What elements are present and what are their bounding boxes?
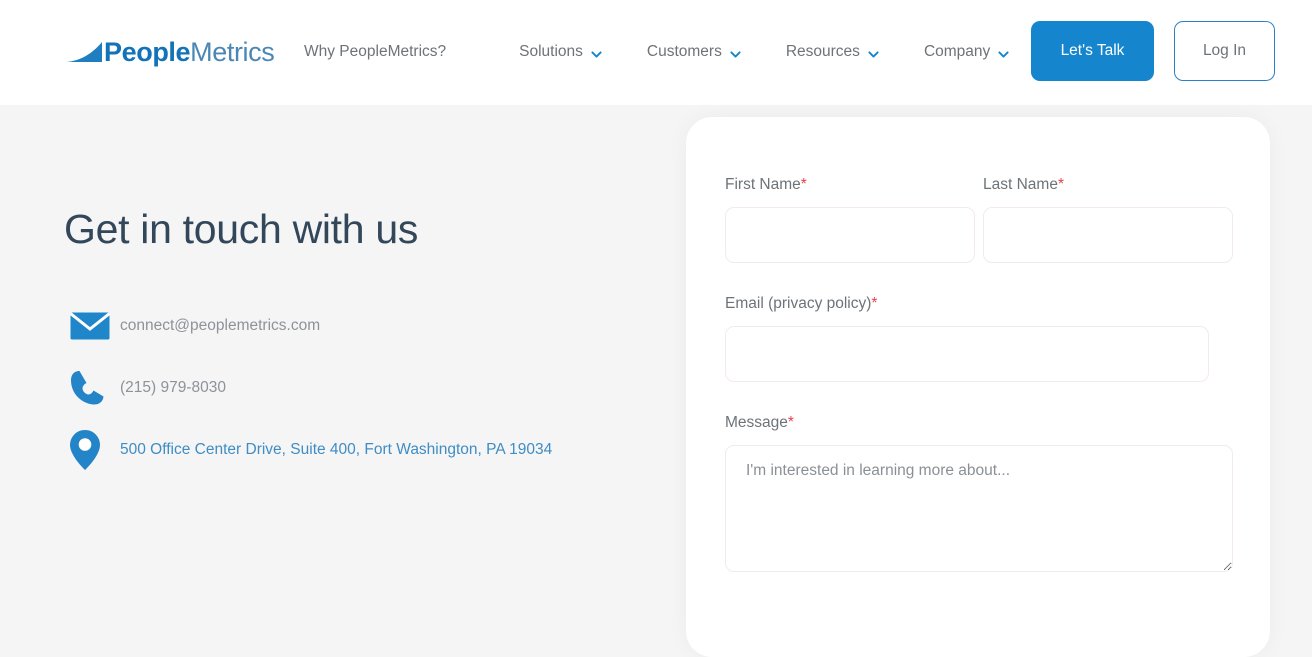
required-asterisk: * bbox=[871, 295, 878, 312]
message-textarea[interactable] bbox=[725, 445, 1233, 572]
page-title: Get in touch with us bbox=[64, 206, 419, 252]
map-pin-icon bbox=[64, 430, 120, 470]
last-name-input[interactable] bbox=[983, 207, 1233, 263]
nav-item-customers[interactable]: Customers bbox=[647, 41, 741, 63]
nav-item-resources[interactable]: Resources bbox=[786, 41, 879, 63]
logo[interactable]: PeopleMetrics bbox=[66, 36, 275, 68]
contact-form-card: First Name* Last Name* Email (privacy po… bbox=[686, 117, 1270, 657]
log-in-button[interactable]: Log In bbox=[1174, 21, 1275, 81]
contact-address-link[interactable]: 500 Office Center Drive, Suite 400, Fort… bbox=[120, 441, 552, 459]
contact-row-phone: (215) 979-8030 bbox=[64, 365, 664, 411]
nav-item-label: Company bbox=[923, 43, 991, 60]
logo-text: PeopleMetrics bbox=[104, 36, 275, 67]
email-label-text: Email (privacy policy) bbox=[725, 295, 872, 312]
last-name-label: Last Name* bbox=[983, 175, 1233, 195]
first-name-label: First Name* bbox=[725, 175, 975, 195]
contact-row-address: 500 Office Center Drive, Suite 400, Fort… bbox=[64, 427, 664, 473]
first-name-label-text: First Name bbox=[725, 176, 801, 193]
nav-item-company[interactable]: Company bbox=[924, 41, 1009, 63]
primary-nav: Why PeopleMetrics? Solutions Customers R… bbox=[304, 41, 1009, 63]
required-asterisk: * bbox=[800, 176, 807, 193]
required-asterisk: * bbox=[1057, 176, 1064, 193]
first-name-input[interactable] bbox=[725, 207, 975, 263]
site-header: PeopleMetrics Why PeopleMetrics? Solutio… bbox=[0, 0, 1312, 105]
contact-info-column: Get in touch with us connect@peoplemetri… bbox=[0, 105, 686, 611]
required-asterisk: * bbox=[787, 414, 794, 431]
email-label: Email (privacy policy)* bbox=[725, 294, 1233, 314]
nav-item-label: Solutions bbox=[519, 43, 583, 60]
chevron-down-icon bbox=[868, 47, 879, 58]
chevron-down-icon bbox=[730, 47, 741, 58]
chevron-down-icon bbox=[998, 47, 1009, 58]
contact-row-email: connect@peoplemetrics.com bbox=[64, 303, 664, 349]
contact-email-link[interactable]: connect@peoplemetrics.com bbox=[120, 317, 320, 335]
peoplemetrics-swoosh-icon bbox=[66, 42, 104, 62]
field-message: Message* bbox=[725, 413, 1233, 572]
contact-phone-link[interactable]: (215) 979-8030 bbox=[120, 379, 226, 397]
message-label-text: Message bbox=[725, 414, 788, 431]
lets-talk-button[interactable]: Let's Talk bbox=[1031, 21, 1154, 81]
nav-item-label: Why PeopleMetrics? bbox=[304, 43, 447, 60]
contact-form: First Name* Last Name* Email (privacy po… bbox=[725, 175, 1233, 572]
nav-item-label: Resources bbox=[785, 43, 860, 60]
envelope-icon bbox=[64, 312, 120, 340]
last-name-label-text: Last Name bbox=[983, 176, 1058, 193]
field-first-name: First Name* bbox=[725, 175, 975, 263]
contact-list: connect@peoplemetrics.com (215) 979-8030… bbox=[64, 303, 664, 489]
nav-item-label: Customers bbox=[646, 43, 722, 60]
email-input[interactable] bbox=[725, 326, 1209, 382]
message-label: Message* bbox=[725, 413, 1233, 433]
name-row: First Name* Last Name* bbox=[725, 175, 1233, 263]
logo-text-bold: People bbox=[104, 36, 191, 67]
phone-icon bbox=[64, 370, 120, 406]
nav-item-why-peoplemetrics[interactable]: Why PeopleMetrics? bbox=[304, 41, 446, 63]
field-last-name: Last Name* bbox=[983, 175, 1233, 263]
field-email: Email (privacy policy)* bbox=[725, 294, 1233, 382]
logo-text-light: Metrics bbox=[190, 36, 275, 67]
nav-item-solutions[interactable]: Solutions bbox=[519, 41, 602, 63]
chevron-down-icon bbox=[591, 47, 602, 58]
